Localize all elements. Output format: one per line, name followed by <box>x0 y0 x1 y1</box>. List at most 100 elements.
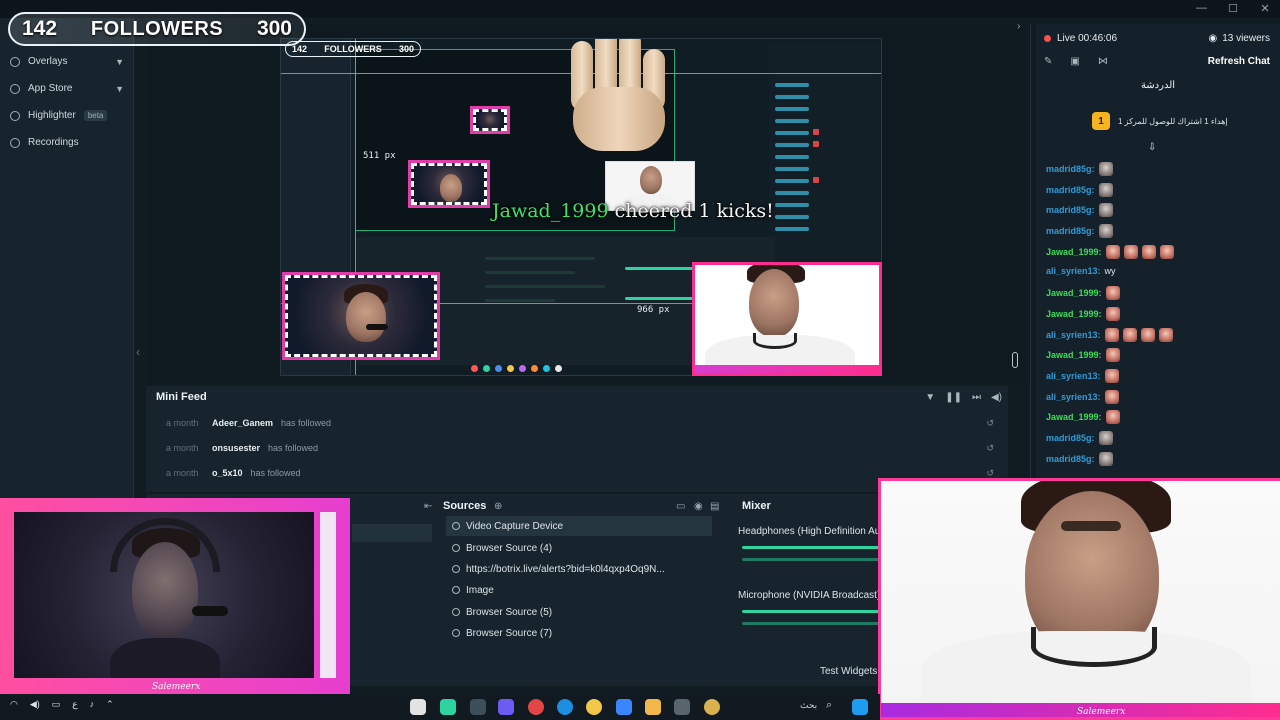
hand-alert-image <box>551 39 681 151</box>
close-icon[interactable]: ✕ <box>1260 2 1270 15</box>
replay-icon[interactable]: ↺ <box>986 443 994 454</box>
chat-emote-icon <box>1098 203 1113 218</box>
share-icon[interactable]: ⋈ <box>1098 56 1108 67</box>
chat-username[interactable]: Jawad_1999: <box>1046 309 1102 319</box>
chat-username[interactable]: ali_syrien13: <box>1046 266 1101 276</box>
obs-icon[interactable] <box>470 699 486 715</box>
add-source-icon[interactable]: ⊕ <box>494 501 502 512</box>
chat-username[interactable]: Jawad_1999: <box>1046 412 1102 422</box>
collapse-sidebar-icon[interactable]: ‹ <box>136 345 140 359</box>
sidebar-item-app-store[interactable]: App Store ▼ <box>10 83 124 94</box>
app-icon-1[interactable] <box>410 699 426 715</box>
preview-webcam-main[interactable] <box>692 262 882 376</box>
overlays-icon <box>10 56 20 67</box>
chat-username[interactable]: madrid85g: <box>1046 164 1095 174</box>
store-icon[interactable] <box>616 699 632 715</box>
inbox-icon[interactable]: ▣ <box>1070 56 1079 67</box>
volume-icon[interactable]: ◀) <box>991 392 1002 403</box>
app-icon-3[interactable] <box>704 699 720 715</box>
chat-username[interactable]: ali_syrien13: <box>1046 330 1101 340</box>
edge-icon[interactable] <box>557 699 573 715</box>
volume-icon[interactable]: ◀) <box>30 699 40 710</box>
mini-feed-panel: Mini Feed ▼ ❚❚ ⏭ ◀) a month Adeer_Ganem … <box>146 386 1008 492</box>
source-item-video-capture[interactable]: Video Capture Device <box>446 516 712 536</box>
chat-emote-icon <box>1105 306 1120 321</box>
chat-username[interactable]: Jawad_1999: <box>1046 350 1102 360</box>
eye-icon[interactable]: ◉ <box>694 501 703 512</box>
chrome-icon[interactable] <box>586 699 602 715</box>
keyboard-language[interactable]: ع <box>72 699 77 710</box>
mixer-icon[interactable]: ▤ <box>710 501 719 512</box>
source-item[interactable]: Browser Source (4) <box>446 538 712 558</box>
cheer-username: Jawad_1999 <box>492 200 609 222</box>
source-item[interactable]: Browser Source (7) <box>446 623 712 643</box>
folder-icon[interactable] <box>645 699 661 715</box>
test-widgets-button[interactable]: Test Widgets <box>820 666 877 677</box>
chat-emote-icon <box>1159 244 1174 259</box>
chat-username[interactable]: Jawad_1999: <box>1046 288 1102 298</box>
chat-username[interactable]: madrid85g: <box>1046 226 1095 236</box>
sidebar-item-label: Overlays <box>28 56 68 67</box>
chat-message: Jawad_1999: <box>1046 348 1120 363</box>
app-icon-2[interactable] <box>674 699 690 715</box>
wifi-icon[interactable]: ◠ <box>10 699 18 710</box>
skip-icon[interactable]: ⏭ <box>972 392 981 403</box>
chat-message: madrid85g: <box>1046 182 1113 197</box>
preview-scroll-handle[interactable] <box>1012 352 1018 368</box>
feed-action: has followed <box>268 443 319 453</box>
chat-username[interactable]: madrid85g: <box>1046 185 1095 195</box>
sidebar-item-highlighter[interactable]: Highlighter beta <box>10 110 124 121</box>
collapse-icon[interactable]: ⇤ <box>424 501 432 512</box>
chevron-right-icon[interactable]: › <box>1017 21 1020 32</box>
mic-icon[interactable]: ♪ <box>90 699 95 710</box>
filter-icon[interactable]: ▼ <box>925 392 935 403</box>
follower-goal-widget: 142 FOLLOWERS 300 <box>8 12 306 46</box>
chat-message: Jawad_1999: <box>1046 244 1174 259</box>
replay-icon[interactable]: ↺ <box>986 418 994 429</box>
source-label: https://botrix.live/alerts?bid=k0l4qxp4O… <box>466 563 665 575</box>
chat-emote-icon <box>1123 244 1138 259</box>
windows-start-icon[interactable] <box>852 699 868 715</box>
vivaldi-icon[interactable] <box>528 699 544 715</box>
scene-item-selected[interactable] <box>352 524 432 542</box>
folder-icon[interactable]: ▭ <box>676 501 685 512</box>
chat-username[interactable]: madrid85g: <box>1046 454 1095 464</box>
taskbar-search-label[interactable]: بحث <box>800 700 817 711</box>
chat-username[interactable]: madrid85g: <box>1046 205 1095 215</box>
chat-username[interactable]: Jawad_1999: <box>1046 247 1102 257</box>
left-sidebar: Overlays ▼ App Store ▼ Highlighter beta … <box>0 18 134 498</box>
chat-username[interactable]: ali_syrien13: <box>1046 392 1101 402</box>
nested-webcam-tiny <box>473 109 507 131</box>
maximize-icon[interactable]: ☐ <box>1228 2 1238 15</box>
source-item[interactable]: https://botrix.live/alerts?bid=k0l4qxp4O… <box>446 559 712 579</box>
chevron-up-icon[interactable]: ⌃ <box>106 699 114 710</box>
width-px-readout: 511 px <box>363 151 396 161</box>
pin-icon[interactable]: ⇩ <box>1148 142 1156 153</box>
chat-username[interactable]: ali_syrien13: <box>1046 371 1101 381</box>
source-item[interactable]: Image <box>446 580 712 600</box>
discord-icon[interactable] <box>498 699 514 715</box>
feed-action: has followed <box>250 468 301 478</box>
minimize-icon[interactable]: — <box>1196 2 1207 15</box>
sidebar-item-overlays[interactable]: Overlays ▼ <box>10 56 124 67</box>
sidebar-item-recordings[interactable]: Recordings <box>10 137 124 148</box>
chat-username[interactable]: madrid85g: <box>1046 433 1095 443</box>
feed-time: a month <box>166 468 199 478</box>
selected-webcam-source[interactable] <box>285 275 437 357</box>
refresh-chat-button[interactable]: Refresh Chat <box>1208 56 1270 67</box>
viewers-text: 13 viewers <box>1222 33 1270 44</box>
obs-streamlabs-window: — ☐ ✕ Overlays ▼ App Store ▼ Highlighter… <box>0 0 1280 720</box>
battery-icon[interactable]: ▭ <box>52 699 61 710</box>
pencil-icon[interactable]: ✎ <box>1044 56 1052 67</box>
chat-emote-icon <box>1158 327 1173 342</box>
streamlabs-icon[interactable] <box>440 699 456 715</box>
search-icon[interactable]: ⌕ <box>826 699 832 712</box>
chat-emote-icon <box>1098 224 1113 239</box>
chat-emote-icon <box>1105 410 1120 425</box>
chat-message: ali_syrien13: <box>1046 327 1173 342</box>
source-item[interactable]: Browser Source (5) <box>446 602 712 622</box>
nested-goal-current: 142 <box>292 44 308 54</box>
pause-icon[interactable]: ❚❚ <box>945 392 962 403</box>
live-dot-icon <box>1044 35 1051 42</box>
chat-message: madrid85g: <box>1046 203 1113 218</box>
